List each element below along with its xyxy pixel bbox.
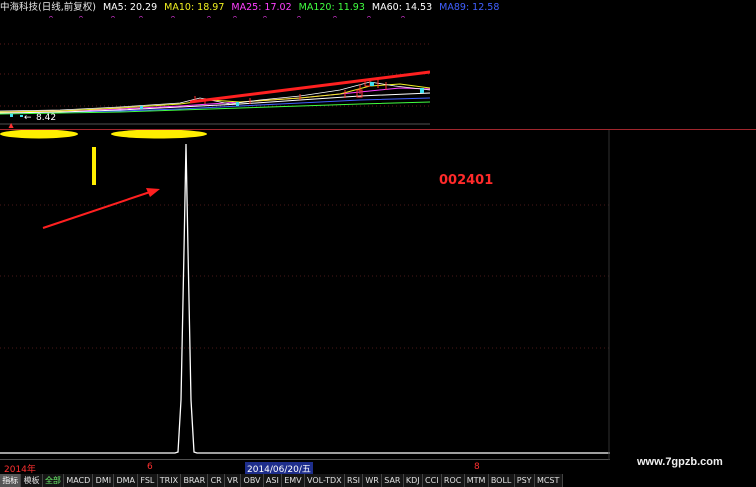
indicator-tab[interactable]: CR xyxy=(208,474,225,487)
indicator-tab[interactable]: TRIX xyxy=(157,474,182,487)
ma10-value: MA10: 18.97 xyxy=(164,2,225,13)
indicator-chart-panel[interactable] xyxy=(0,130,610,460)
indicator-tab[interactable]: VOL-TDX xyxy=(304,474,345,487)
indicator-tab[interactable]: 指标 xyxy=(0,474,22,487)
indicator-tab[interactable]: ASI xyxy=(263,474,283,487)
indicator-tab[interactable]: FSL xyxy=(138,474,158,487)
indicator-tab[interactable]: MTM xyxy=(464,474,489,487)
svg-text:×: × xyxy=(170,16,176,20)
svg-text:×: × xyxy=(296,16,302,20)
indicator-tab[interactable]: OBV xyxy=(241,474,264,487)
ma5-value: MA5: 20.29 xyxy=(102,2,158,13)
ma89-value: MA89: 12.58 xyxy=(439,2,500,13)
ma120-value: MA120: 11.93 xyxy=(298,2,365,13)
yellow-bar-mark xyxy=(92,147,96,185)
indicator-tab[interactable]: EMV xyxy=(282,474,305,487)
svg-text:×: × xyxy=(48,16,54,20)
svg-text:×: × xyxy=(366,16,372,20)
chart-title: 中海科技(日线,前复权) xyxy=(0,2,96,13)
yellow-highlight-mark xyxy=(111,130,207,139)
watermark: www.7gpzb.com xyxy=(637,456,723,468)
svg-text:×: × xyxy=(110,16,116,20)
axis-month-6: 6 xyxy=(147,462,153,472)
ma25-value: MA25: 17.02 xyxy=(231,2,292,13)
svg-text:×: × xyxy=(206,16,212,20)
indicator-line xyxy=(0,143,610,454)
ma-header: 中海科技(日线,前复权) MA5: 20.29 MA10: 18.97 MA25… xyxy=(0,0,499,16)
svg-text:×: × xyxy=(262,16,268,20)
candle-marker-icon: ▲ xyxy=(8,121,15,128)
red-arrow-annotation xyxy=(42,188,160,229)
axis-month-8: 8 xyxy=(474,462,480,472)
ma60-value: MA60: 14.53 xyxy=(371,2,433,13)
stock-code-annotation: 002401 xyxy=(439,173,494,188)
indicator-tab[interactable]: BRAR xyxy=(181,474,209,487)
indicator-tab[interactable]: DMA xyxy=(114,474,139,487)
price-low-label: 8.42 xyxy=(36,113,56,123)
time-axis: 2014年 6 2014/06/20/五 8 xyxy=(0,461,610,475)
svg-text:×: × xyxy=(138,16,144,20)
indicator-tab[interactable]: DMI xyxy=(93,474,115,487)
indicator-tab[interactable]: WR xyxy=(363,474,383,487)
indicator-tab[interactable]: 全部 xyxy=(42,474,65,487)
indicator-tab[interactable]: KDJ xyxy=(403,474,423,487)
price-chart-panel[interactable]: × × × × × × × × × × × × 8.42 ← ▲ xyxy=(0,16,430,128)
yellow-highlight-mark xyxy=(0,130,78,139)
indicator-tab[interactable]: BOLL xyxy=(488,474,515,487)
indicator-tab[interactable]: SAR xyxy=(382,474,404,487)
svg-text:×: × xyxy=(400,16,406,20)
indicator-tab[interactable]: MCST xyxy=(534,474,563,487)
svg-text:×: × xyxy=(232,16,238,20)
indicator-tab[interactable]: CCI xyxy=(422,474,442,487)
svg-text:×: × xyxy=(78,16,84,20)
indicator-tab[interactable]: MACD xyxy=(64,474,94,487)
indicator-tab[interactable]: VR xyxy=(224,474,242,487)
indicator-tab[interactable]: PSY xyxy=(514,474,535,487)
indicator-tab[interactable]: 模板 xyxy=(21,474,43,487)
svg-text:×: × xyxy=(332,16,338,20)
indicator-tab[interactable]: ROC xyxy=(441,474,465,487)
low-arrow-icon: ← xyxy=(24,113,32,123)
indicator-tab-bar: 指标 模板 全部 MACD DMI DMA FSL TRIX BRAR CR VR OBV ASI EMV… xyxy=(0,474,563,487)
indicator-tab[interactable]: RSI xyxy=(344,474,364,487)
